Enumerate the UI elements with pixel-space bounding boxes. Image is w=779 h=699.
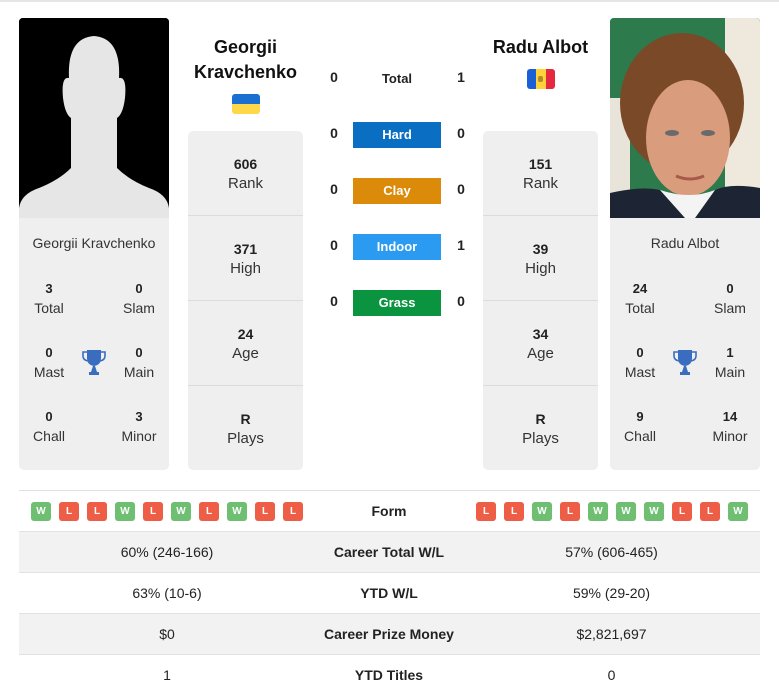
h2h-indoor-row: 0 Indoor 1 bbox=[320, 234, 475, 260]
silhouette-icon bbox=[19, 18, 169, 218]
row-label: YTD Titles bbox=[354, 667, 424, 683]
form-loss-badge: L bbox=[504, 502, 524, 521]
player1-photo bbox=[19, 18, 169, 218]
form-loss-badge: L bbox=[255, 502, 275, 521]
player-portrait-icon bbox=[610, 18, 760, 218]
form-loss-badge: L bbox=[59, 502, 79, 521]
player2-prize-money: $2,821,697 bbox=[576, 626, 647, 642]
player2-career-wl: 57% (606-465) bbox=[565, 544, 658, 560]
player1-info-panel: 606 Rank 371 High 24 Age R Plays bbox=[188, 131, 303, 470]
trophy-icon bbox=[673, 350, 697, 375]
player1-minor-titles: 3 Minor bbox=[121, 409, 157, 444]
top-divider bbox=[0, 0, 779, 2]
form-win-badge: W bbox=[532, 502, 552, 521]
form-win-badge: W bbox=[728, 502, 748, 521]
ukraine-flag-icon bbox=[232, 94, 260, 114]
player2-main-titles: 1 Main bbox=[714, 345, 746, 380]
table-row: 1 YTD Titles 0 bbox=[19, 654, 760, 695]
player1-form-badges: WLLWLWLWLL bbox=[31, 502, 303, 521]
form-loss-badge: L bbox=[672, 502, 692, 521]
player2-ytd-titles: 0 bbox=[607, 667, 616, 683]
form-loss-badge: L bbox=[700, 502, 720, 521]
player2-masters-titles: 0 Mast bbox=[624, 345, 656, 380]
player1-plays: R Plays bbox=[227, 411, 264, 447]
player2-rank: 151 Rank bbox=[483, 131, 598, 216]
form-win-badge: W bbox=[588, 502, 608, 521]
table-row: $0 Career Prize Money $2,821,697 bbox=[19, 613, 760, 654]
h2h-total-row: 0 Total 1 bbox=[320, 66, 475, 92]
h2h-clay-row: 0 Clay 0 bbox=[320, 178, 475, 204]
form-win-badge: W bbox=[115, 502, 135, 521]
player1-masters-titles: 0 Mast bbox=[33, 345, 65, 380]
player1-challenger-titles: 0 Chall bbox=[33, 409, 65, 444]
player1-prize-money: $0 bbox=[159, 626, 175, 642]
form-loss-badge: L bbox=[476, 502, 496, 521]
form-row: WLLWLWLWLL Form LLWLWWWLLW bbox=[19, 490, 760, 531]
form-loss-badge: L bbox=[199, 502, 219, 521]
player2-photo bbox=[610, 18, 760, 218]
player2-form-badges: LLWLWWWLLW bbox=[476, 502, 748, 521]
player1-ytd-wl: 63% (10-6) bbox=[132, 585, 202, 601]
h2h-total-label: Total bbox=[381, 71, 413, 86]
trophy-icon bbox=[82, 350, 106, 375]
form-loss-badge: L bbox=[560, 502, 580, 521]
surface-clay-label[interactable]: Clay bbox=[353, 178, 441, 204]
player1-age: 24 Age bbox=[188, 301, 303, 386]
form-win-badge: W bbox=[171, 502, 191, 521]
table-row: 60% (246-166) Career Total W/L 57% (606-… bbox=[19, 531, 760, 572]
player2-slam-titles: 0 Slam bbox=[714, 281, 746, 316]
surface-hard-label[interactable]: Hard bbox=[353, 122, 441, 148]
form-win-badge: W bbox=[616, 502, 636, 521]
player2-total-titles: 24 Total bbox=[625, 281, 655, 316]
player1-titles-card: Georgii Kravchenko 3 Total 0 Slam 0 Mast… bbox=[19, 218, 169, 470]
player1-rank: 606 Rank bbox=[188, 131, 303, 216]
player2-name-heading[interactable]: Radu Albot bbox=[483, 35, 598, 60]
player1-name-heading[interactable]: Georgii Kravchenko bbox=[188, 35, 303, 85]
form-win-badge: W bbox=[227, 502, 247, 521]
comparison-table: WLLWLWLWLL Form LLWLWWWLLW 60% (246-166)… bbox=[19, 490, 760, 695]
player2-minor-titles: 14 Minor bbox=[712, 409, 748, 444]
player2-titles-card: Radu Albot 24 Total 0 Slam 0 Mast 1 Main… bbox=[610, 218, 760, 470]
player2-plays: R Plays bbox=[522, 411, 559, 447]
player1-ytd-titles: 1 bbox=[163, 667, 171, 683]
form-label: Form bbox=[371, 503, 407, 519]
table-row: 63% (10-6) YTD W/L 59% (29-20) bbox=[19, 572, 760, 613]
surface-grass-label[interactable]: Grass bbox=[353, 290, 441, 316]
form-win-badge: W bbox=[31, 502, 51, 521]
surface-indoor-label[interactable]: Indoor bbox=[353, 234, 441, 260]
player2-challenger-titles: 9 Chall bbox=[624, 409, 656, 444]
h2h-grass-row: 0 Grass 0 bbox=[320, 290, 475, 316]
form-win-badge: W bbox=[644, 502, 664, 521]
player2-age: 34 Age bbox=[483, 301, 598, 386]
player1-main-titles: 0 Main bbox=[123, 345, 155, 380]
row-label: YTD W/L bbox=[360, 585, 418, 601]
form-loss-badge: L bbox=[283, 502, 303, 521]
player2-high: 39 High bbox=[483, 216, 598, 301]
player1-card-name: Georgii Kravchenko bbox=[32, 235, 156, 251]
form-loss-badge: L bbox=[143, 502, 163, 521]
player2-card-name: Radu Albot bbox=[650, 235, 720, 251]
player2-info-panel: 151 Rank 39 High 34 Age R Plays bbox=[483, 131, 598, 470]
row-label: Career Total W/L bbox=[333, 544, 445, 560]
player1-slam-titles: 0 Slam bbox=[123, 281, 155, 316]
player1-high: 371 High bbox=[188, 216, 303, 301]
moldova-flag-icon bbox=[527, 69, 555, 89]
player1-career-wl: 60% (246-166) bbox=[120, 544, 214, 560]
player1-total-titles: 3 Total bbox=[34, 281, 64, 316]
row-label: Career Prize Money bbox=[324, 626, 454, 642]
form-loss-badge: L bbox=[87, 502, 107, 521]
h2h-hard-row: 0 Hard 0 bbox=[320, 122, 475, 148]
player2-ytd-wl: 59% (29-20) bbox=[572, 585, 651, 601]
